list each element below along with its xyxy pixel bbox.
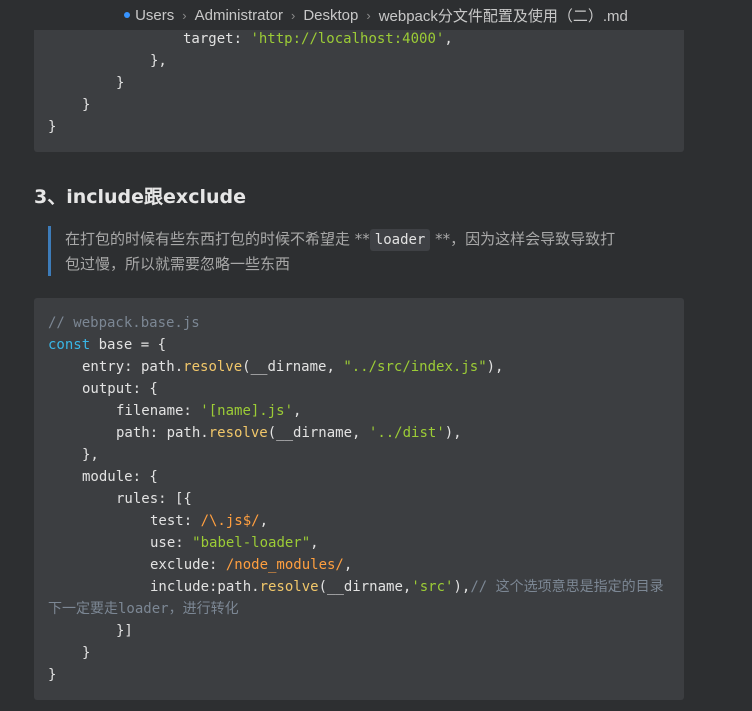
code-line: filename: '[name].js', [116, 403, 302, 419]
breadcrumb: Users › Administrator › Desktop › webpac… [0, 0, 752, 30]
chevron-right-icon: › [182, 7, 187, 23]
code-comment: 下一定要走loader，进行转化 [48, 601, 239, 617]
code-line: }, [150, 53, 167, 69]
blockquote: 在打包的时候有些东西打包的时候不希望走 ** loader **，因为这样会导致导… [48, 226, 671, 276]
quote-line: 包过慢，所以就需要忽略一些东西 [65, 255, 291, 273]
chevron-right-icon: › [290, 7, 296, 23]
code-line: use: "babel-loader", [150, 535, 319, 551]
code-line: } [82, 645, 91, 661]
code-line: entry: path.resolve(__dirname, "../src/i… [82, 359, 504, 375]
breadcrumb-item-file[interactable]: webpack分文件配置及使用（二）.md [379, 5, 628, 26]
inline-code-loader: loader [369, 229, 431, 251]
section-heading: 3、include跟exclude [34, 186, 246, 208]
breadcrumb-item-desktop[interactable]: Desktop [303, 7, 358, 24]
code-line: const base = { [48, 337, 167, 353]
markdown-file-icon [124, 12, 131, 18]
code-line: exclude: /node_modules/, [150, 557, 353, 573]
code-line: } [48, 119, 57, 135]
code-line: output: { [82, 381, 158, 397]
code-comment: // webpack.base.js [48, 315, 200, 331]
code-line: test: /\.js$/, [150, 513, 269, 529]
code-line: }] [116, 623, 133, 639]
code-line: }, [82, 447, 99, 463]
code-line: include:path.resolve(__dirname,'src'),//… [150, 579, 664, 595]
chevron-right-icon: › [366, 7, 371, 23]
code-line: target: 'http://localhost:4000', [183, 31, 453, 47]
code-block-webpack-base[interactable]: // webpack.base.js const base = { entry:… [34, 298, 684, 700]
code-line: } [48, 667, 57, 683]
quote-line: 在打包的时候有些东西打包的时候不希望走 ** loader **，因为这样会导致导… [65, 226, 615, 252]
code-line: path: path.resolve(__dirname, '../dist')… [116, 425, 462, 441]
code-line: rules: [{ [116, 491, 192, 507]
breadcrumb-item-users[interactable]: Users [135, 7, 174, 24]
code-line: } [82, 97, 91, 113]
breadcrumb-item-administrator[interactable]: Administrator [195, 7, 283, 24]
code-line: } [116, 75, 125, 91]
code-line: module: { [82, 469, 158, 485]
